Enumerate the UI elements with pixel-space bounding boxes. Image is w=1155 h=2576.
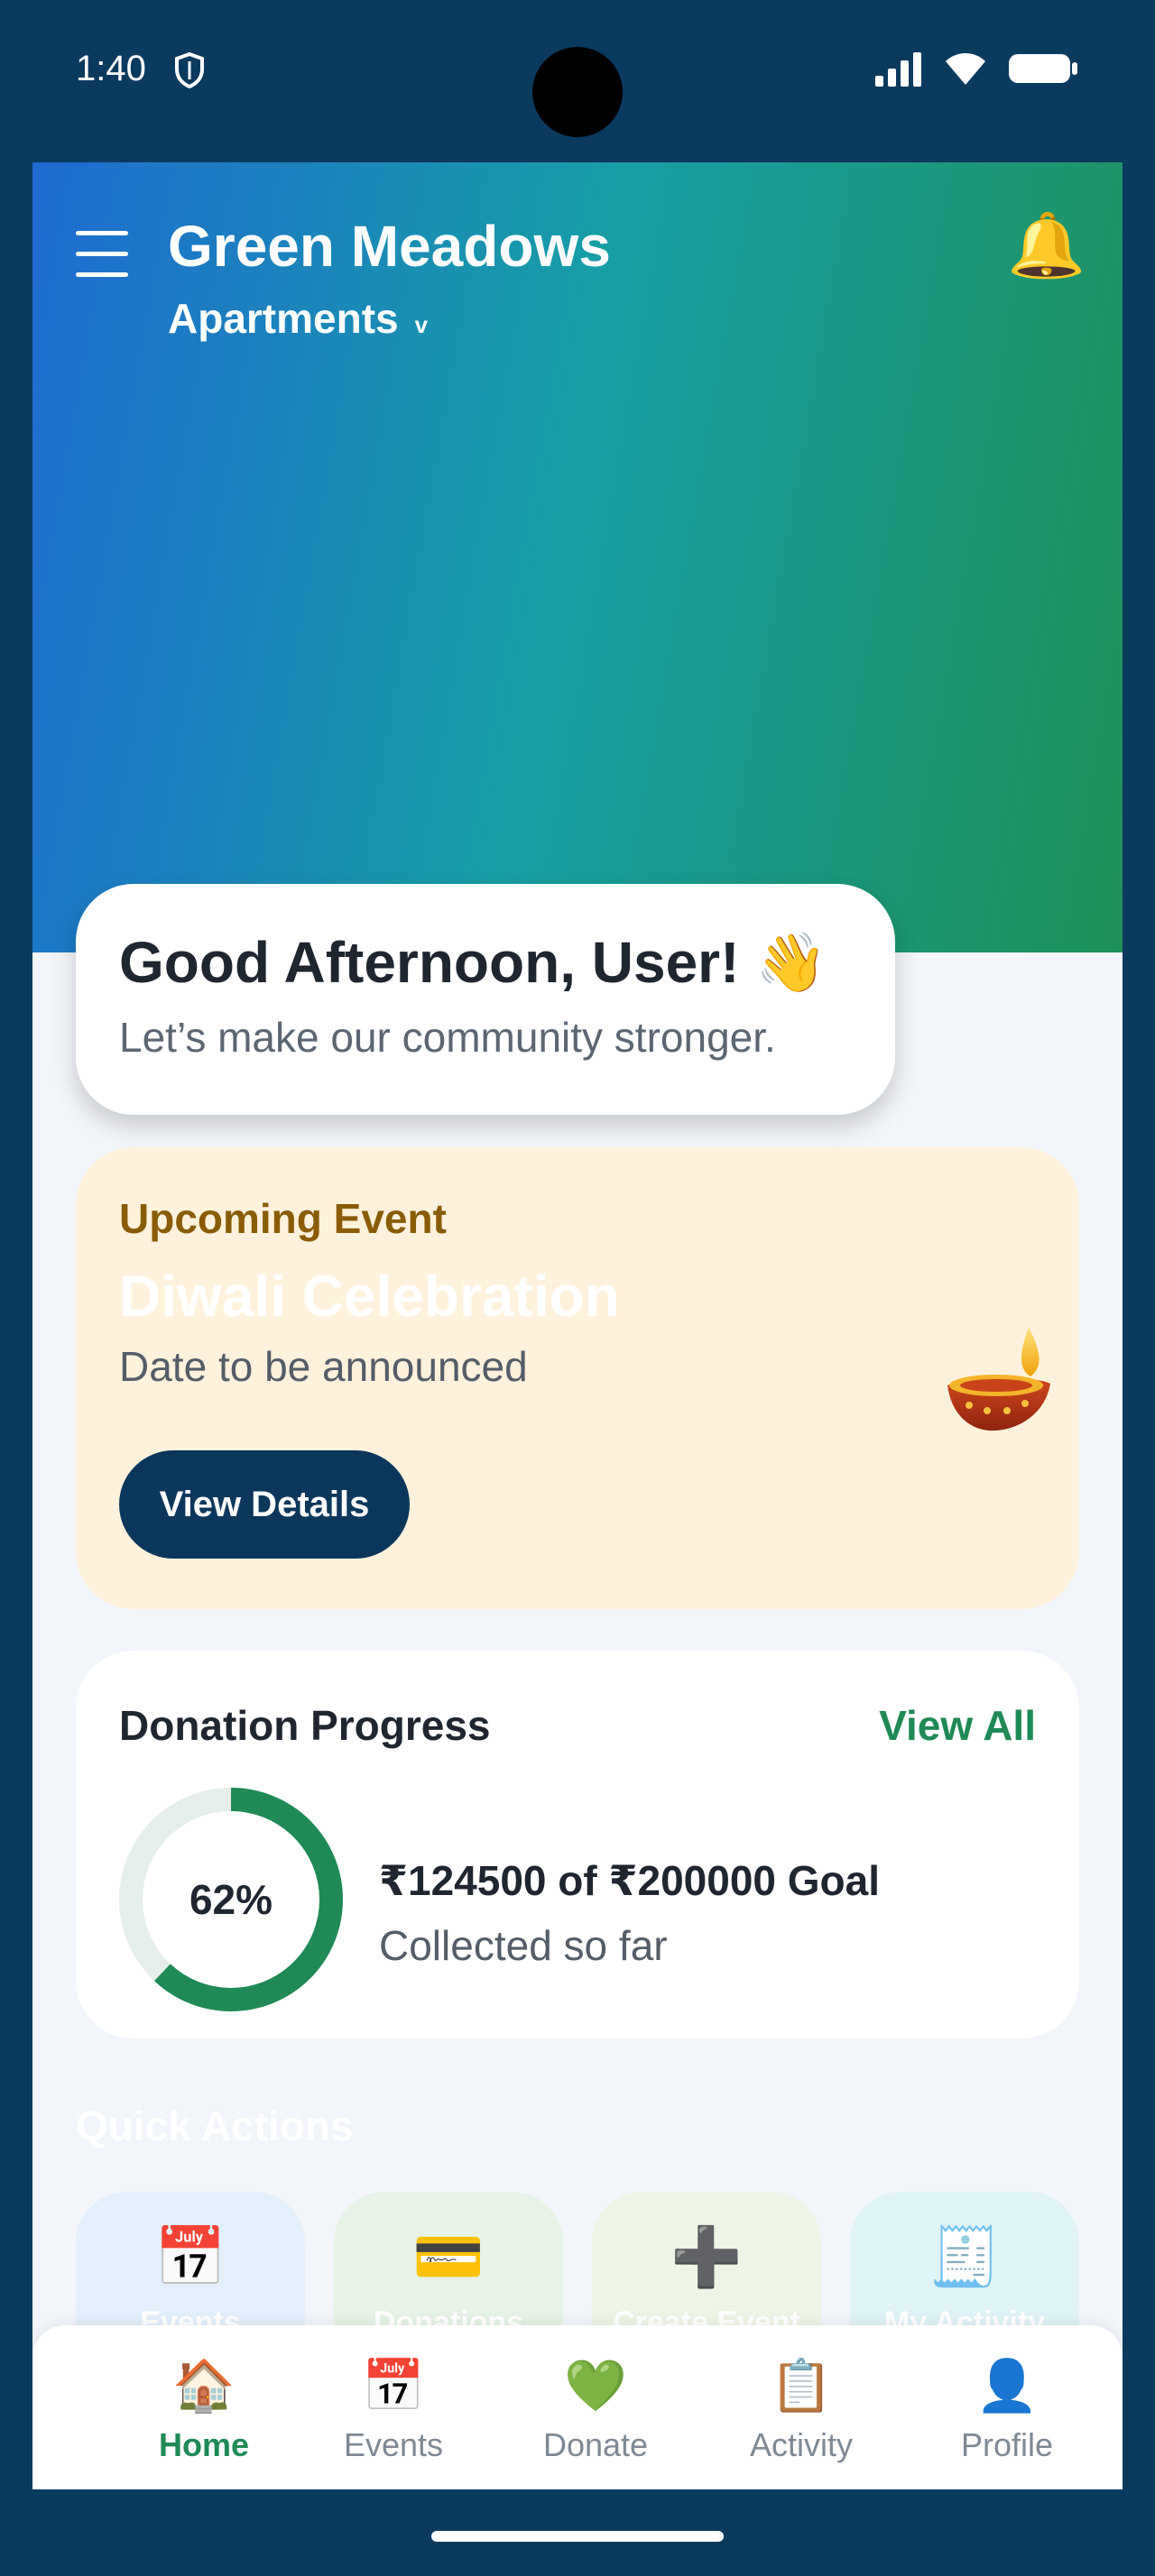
donation-progress-card: Donation Progress View All 62% ₹124500 o…	[76, 1651, 1079, 2038]
quick-actions-title: Quick Actions	[76, 2102, 354, 2149]
notification-bell-icon[interactable]: 🔔	[1007, 207, 1086, 283]
nav-profile[interactable]: 👤 Profile	[917, 2325, 1097, 2489]
clipboard-icon: 📋	[770, 2357, 833, 2414]
diya-lamp-icon	[947, 1328, 1050, 1431]
header-banner: Green Meadows Apartments v 🔔	[32, 162, 1123, 952]
view-details-button[interactable]: View Details	[119, 1450, 410, 1559]
event-date: Date to be announced	[119, 1343, 528, 1390]
calendar-icon: 📅	[154, 2224, 226, 2289]
chevron-down-icon: v	[414, 310, 429, 338]
nav-label: Activity	[749, 2426, 853, 2463]
battery-icon	[1009, 54, 1077, 83]
donation-amount: ₹124500 of ₹200000 Goal	[379, 1857, 881, 1904]
home-indicator[interactable]	[431, 2531, 724, 2542]
nav-label: Events	[343, 2426, 444, 2463]
green-heart-icon: 💚	[564, 2357, 627, 2414]
greeting-card: Good Afternoon, User! 👋 Let’s make our c…	[76, 884, 895, 1115]
calendar-icon: 📅	[362, 2357, 425, 2414]
signal-icon	[875, 52, 921, 87]
event-title: Diwali Celebration	[119, 1264, 620, 1329]
nav-label: Donate	[542, 2426, 649, 2463]
hamburger-menu-icon[interactable]	[76, 231, 128, 280]
camera-cutout	[532, 47, 623, 137]
phone-frame: 1:40 Green Meadows Apartments v 🔔 Good A…	[0, 0, 1155, 2576]
nav-label: Profile	[960, 2426, 1054, 2463]
status-icons	[873, 51, 1079, 87]
community-selector[interactable]: Apartments v	[168, 294, 428, 343]
shield-icon	[175, 51, 204, 89]
nav-label: Home	[158, 2426, 250, 2463]
nav-events[interactable]: 📅 Events	[303, 2325, 484, 2489]
donation-subtext: Collected so far	[379, 1922, 668, 1969]
community-title: Green Meadows	[168, 214, 611, 279]
greeting-title: Good Afternoon, User! 👋	[119, 930, 827, 995]
home-icon: 🏠	[172, 2357, 236, 2414]
view-all-link[interactable]: View All	[879, 1701, 1036, 1750]
event-label: Upcoming Event	[119, 1195, 447, 1242]
wifi-icon	[946, 53, 985, 85]
bottom-navigation: 🏠 Home 📅 Events 💚 Donate 📋 Activity 👤 Pr…	[32, 2325, 1123, 2489]
community-subtitle: Apartments	[168, 295, 399, 342]
receipt-icon: 🧾	[929, 2224, 1001, 2289]
progress-percent: 62%	[189, 1876, 273, 1923]
app-screen: Green Meadows Apartments v 🔔 Good Aftern…	[32, 162, 1123, 2489]
nav-home[interactable]: 🏠 Home	[114, 2325, 294, 2489]
status-time: 1:40	[76, 49, 146, 88]
profile-icon: 👤	[975, 2357, 1039, 2414]
status-bar: 1:40	[0, 0, 1155, 162]
plus-icon: ➕	[670, 2224, 743, 2289]
nav-activity[interactable]: 📋 Activity	[711, 2325, 892, 2489]
greeting-subtitle: Let’s make our community stronger.	[119, 1014, 776, 1061]
upcoming-event-card: Upcoming Event Diwali Celebration Date t…	[76, 1147, 1079, 1609]
nav-donate[interactable]: 💚 Donate	[505, 2325, 686, 2489]
credit-card-icon: 💳	[412, 2224, 485, 2289]
